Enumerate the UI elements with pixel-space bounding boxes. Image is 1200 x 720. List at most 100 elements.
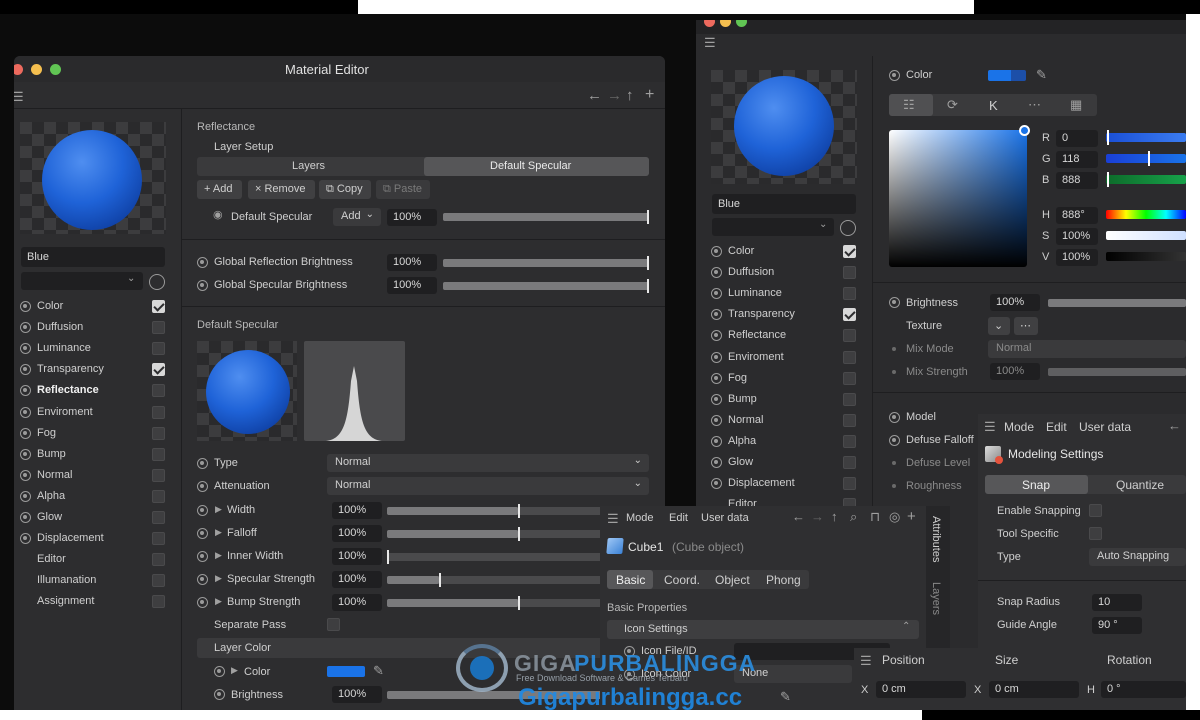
brightness-radio[interactable] [889,297,900,308]
tab-coord[interactable]: Coord. [664,573,700,587]
eyedropper-icon[interactable]: ✎ [373,664,384,677]
separate-pass-checkbox[interactable] [327,618,340,631]
channel-radio[interactable] [711,457,722,468]
global-reflection-radio[interactable] [197,257,208,268]
expand-triangle-icon[interactable]: ▶ [231,666,238,675]
channel-radio[interactable] [711,414,722,426]
channel-label[interactable]: Fog [728,372,747,384]
rgb-value[interactable]: 0 [1056,130,1098,147]
channel-label[interactable]: Normal [37,469,72,481]
model-radio[interactable] [889,412,900,423]
channel-radio[interactable] [711,330,722,342]
hamburger-icon[interactable]: ☰ [984,420,996,433]
color-radio[interactable] [889,70,900,81]
up-arrow-icon[interactable]: ↑ [626,88,634,103]
color-picker-handle[interactable] [1019,125,1030,136]
preview-dropdown[interactable] [21,272,143,290]
add-icon[interactable]: + [645,87,654,103]
tab-object[interactable]: Object [715,573,750,587]
menu-user-data[interactable]: User data [701,512,749,524]
mixstrength-value[interactable]: 100% [990,363,1040,380]
brightness-value[interactable]: 100% [332,686,382,703]
hamburger-icon[interactable]: ☰ [860,654,872,667]
add-icon[interactable]: + [907,509,916,524]
color-swatch[interactable] [327,666,365,677]
forward-arrow-icon[interactable]: → [607,88,622,103]
param-value[interactable]: 100% [332,502,382,519]
param-value[interactable]: 100% [332,525,382,542]
tab-quantize[interactable]: Quantize [1116,478,1164,492]
menu-edit[interactable]: Edit [1046,420,1067,434]
target-icon[interactable]: ◎ [889,510,900,523]
channel-checkbox[interactable] [152,363,165,377]
channel-label[interactable]: Duffusion [37,321,83,333]
snap-radius-value[interactable]: 10 [1092,594,1142,611]
channel-checkbox[interactable] [843,287,856,301]
slider-knob[interactable] [387,550,389,564]
channel-label[interactable]: Color [728,245,754,257]
param-radio[interactable] [197,505,208,516]
remove-button[interactable]: × Remove [248,180,315,199]
channel-checkbox[interactable] [843,329,856,343]
slider-knob[interactable] [518,504,520,518]
brightness-slider[interactable] [1048,299,1186,307]
expand-triangle-icon[interactable]: ▶ [215,528,222,537]
tab-phong[interactable]: Phong [766,573,801,587]
back-arrow-icon[interactable]: ← [1168,419,1181,432]
channel-radio[interactable] [711,267,722,279]
param-value[interactable]: 100% [332,548,382,565]
add-button[interactable]: + Add [197,180,242,199]
channel-checkbox[interactable] [843,434,856,448]
menu-mode[interactable]: Mode [1004,420,1034,434]
layer-mode-dropdown[interactable]: Add ⌄ [333,208,381,226]
preview-dropdown[interactable] [712,218,834,236]
param-radio[interactable] [197,574,208,585]
channel-label[interactable]: Enviroment [728,351,784,363]
chevron-down-icon[interactable]: ⌄ [819,220,827,230]
channel-radio[interactable] [20,490,31,502]
channel-checkbox[interactable] [152,574,165,588]
channel-label[interactable]: Alpha [728,435,756,447]
global-reflection-slider[interactable] [443,256,649,270]
pick-icon[interactable] [149,274,165,290]
slider-knob[interactable] [1107,130,1109,145]
channel-label[interactable]: Color [37,300,63,312]
rgb-slider[interactable] [1106,154,1186,163]
channel-radio[interactable] [20,364,31,376]
rgb-slider[interactable] [1106,175,1186,184]
enable-snapping-checkbox[interactable] [1089,504,1102,517]
channel-radio[interactable] [711,246,722,257]
channel-label[interactable]: Normal [728,414,763,426]
param-radio[interactable] [197,597,208,608]
channel-label[interactable]: Reflectance [728,329,786,341]
type-radio[interactable] [197,458,208,469]
copy-button[interactable]: ⧉ Copy [319,180,371,199]
channel-radio[interactable] [20,512,31,523]
tab-layers[interactable]: Layers [292,160,325,172]
type-dropdown[interactable]: Normal ⌄ [327,454,649,472]
slider-knob[interactable] [439,573,442,587]
channel-radio[interactable] [20,469,31,481]
rgb-value[interactable]: 118 [1056,151,1098,168]
channel-checkbox[interactable] [152,532,165,546]
global-specular-slider[interactable] [443,279,649,293]
channel-radio[interactable] [20,385,31,397]
search-icon[interactable]: ⌕ [850,510,857,523]
pick-icon[interactable] [840,220,856,236]
global-specular-value[interactable]: 100% [387,277,437,294]
tool-specific-checkbox[interactable] [1089,527,1102,540]
eye-icon[interactable]: ◉ [213,210,223,221]
expand-triangle-icon[interactable]: ▶ [215,574,222,583]
channel-checkbox[interactable] [152,300,165,313]
hsv-value[interactable]: 100% [1056,249,1098,266]
hsv-slider[interactable] [1106,231,1186,240]
up-arrow-icon[interactable]: ↑ [831,510,838,523]
preview-name-field[interactable]: Blue [21,247,165,267]
channel-label[interactable]: Bump [728,393,757,405]
channel-checkbox[interactable] [843,308,856,322]
channel-radio[interactable] [20,343,31,355]
param-radio[interactable] [197,528,208,539]
chevron-up-icon[interactable]: ⌃ [902,622,910,632]
channel-radio[interactable] [711,478,722,490]
channel-checkbox[interactable] [152,489,165,503]
